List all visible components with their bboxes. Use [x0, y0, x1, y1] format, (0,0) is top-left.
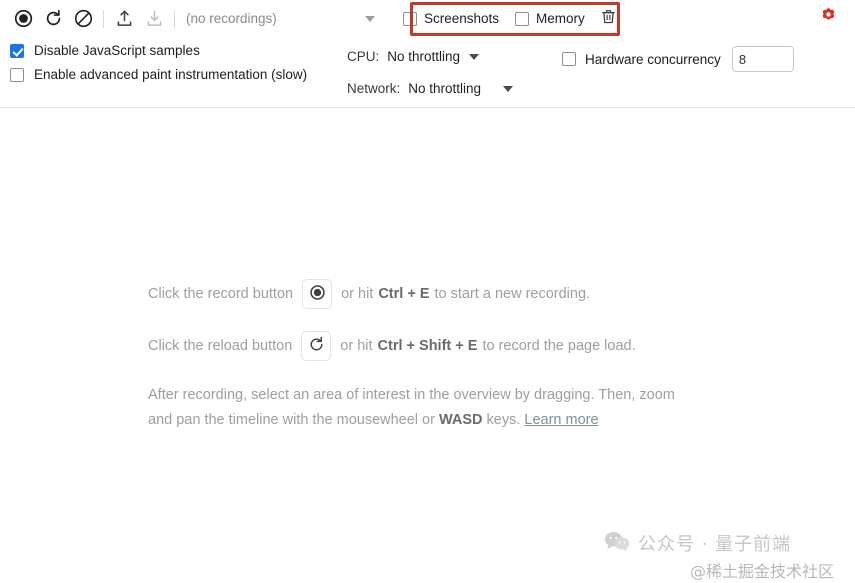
screenshots-checkbox-box[interactable]: [403, 11, 417, 26]
watermark-line-1: 公众号 · 量子前端: [638, 534, 792, 555]
network-label: Network:: [347, 81, 401, 96]
devtools-performance-panel: (no recordings) Screenshots Memory Disab…: [0, 0, 855, 583]
overview-hint-line-1: After recording, select an area of inter…: [148, 387, 636, 403]
record-hint-pre: Click the record button: [148, 286, 294, 302]
upload-profile-icon: [115, 9, 134, 28]
record-button[interactable]: [8, 4, 38, 34]
recordings-dropdown-value: (no recordings): [186, 11, 277, 26]
performance-toolbar-secondary: Disable JavaScript samples Enable advanc…: [0, 37, 855, 108]
screenshots-label: Screenshots: [424, 11, 500, 26]
performance-toolbar-primary: (no recordings) Screenshots Memory: [0, 0, 855, 37]
watermark-secondary: @稀土掘金技术社区: [690, 562, 835, 581]
reload-icon: [44, 9, 63, 28]
clear-button[interactable]: [68, 4, 98, 34]
memory-label: Memory: [536, 11, 585, 26]
reload-hint-line: Click the reload button or hit Ctrl + Sh…: [148, 331, 708, 361]
disable-js-samples-checkbox[interactable]: Disable JavaScript samples: [10, 42, 340, 59]
reload-hint-pre: Click the reload button: [148, 338, 293, 354]
throttling-group: CPU: No throttling Network: No throttlin…: [347, 43, 514, 102]
capture-settings-button[interactable]: [813, 4, 843, 34]
paint-instrumentation-checkbox[interactable]: Enable advanced paint instrumentation (s…: [10, 66, 340, 83]
network-throttling-row: Network: No throttling: [347, 75, 514, 102]
record-hint-mid: or hit: [341, 286, 374, 302]
toolbar-divider-2: [174, 9, 175, 28]
download-profile-icon: [145, 9, 164, 28]
trash-icon: [600, 8, 617, 30]
toolbar-divider-1: [103, 9, 104, 28]
inline-record-button[interactable]: [302, 279, 333, 309]
network-chevron-down-icon[interactable]: [503, 85, 514, 92]
learn-more-link[interactable]: Learn more: [524, 412, 598, 428]
reload-and-record-button[interactable]: [38, 4, 68, 34]
record-circle-icon: [309, 284, 326, 305]
reload-icon: [308, 336, 325, 357]
cpu-label: CPU:: [347, 49, 380, 64]
record-circle-icon: [14, 9, 33, 28]
disable-js-samples-checkbox-box[interactable]: [10, 44, 24, 58]
chevron-down-icon: [365, 15, 375, 22]
inline-reload-button[interactable]: [301, 331, 332, 361]
record-hint-line: Click the record button or hit Ctrl + E …: [148, 279, 708, 309]
hardware-concurrency-input[interactable]: [731, 46, 794, 72]
reload-hint-mid: or hit: [340, 338, 373, 354]
network-throttling-select[interactable]: No throttling: [408, 81, 481, 96]
cpu-throttling-row: CPU: No throttling: [347, 43, 513, 70]
clear-prohibited-icon: [74, 9, 93, 28]
paint-instrumentation-label: Enable advanced paint instrumentation (s…: [34, 67, 308, 82]
overview-hint-line-3: keys.: [486, 412, 521, 428]
memory-checkbox-box[interactable]: [515, 11, 530, 26]
cpu-throttling-select[interactable]: No throttling: [387, 49, 460, 64]
reload-hint-shortcut: Ctrl + Shift + E: [377, 338, 478, 354]
clear-recording-button[interactable]: [597, 7, 621, 31]
recordings-dropdown[interactable]: (no recordings): [186, 7, 381, 31]
hardware-concurrency-group: Hardware concurrency: [562, 46, 794, 72]
cpu-chevron-down-icon[interactable]: [469, 53, 480, 60]
record-hint-shortcut: Ctrl + E: [378, 286, 430, 302]
save-profile-button[interactable]: [139, 4, 169, 34]
screenshots-checkbox[interactable]: Screenshots: [403, 11, 499, 26]
hardware-concurrency-checkbox-box[interactable]: [562, 52, 576, 66]
overview-hint-keys: WASD: [438, 412, 483, 428]
performance-empty-state: Click the record button or hit Ctrl + E …: [0, 109, 855, 583]
capture-options-group: Disable JavaScript samples Enable advanc…: [10, 42, 340, 90]
paint-instrumentation-checkbox-box[interactable]: [10, 68, 24, 82]
load-profile-button[interactable]: [109, 4, 139, 34]
watermark-primary: 公众号 · 量子前端: [604, 530, 791, 556]
hardware-concurrency-label: Hardware concurrency: [585, 51, 721, 67]
empty-state-hints: Click the record button or hit Ctrl + E …: [148, 279, 708, 433]
disable-js-samples-label: Disable JavaScript samples: [34, 43, 200, 58]
memory-checkbox[interactable]: Memory: [515, 11, 585, 26]
wechat-icon: [604, 531, 630, 556]
reload-hint-post: to record the page load.: [482, 338, 636, 354]
overview-hint-paragraph: After recording, select an area of inter…: [148, 383, 700, 433]
gear-icon: [818, 6, 839, 32]
record-hint-post: to start a new recording.: [434, 286, 591, 302]
